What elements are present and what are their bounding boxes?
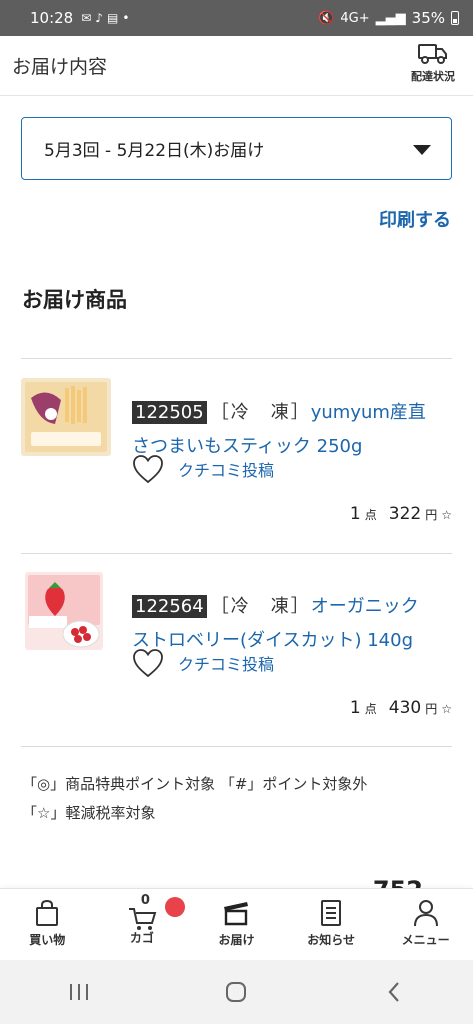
product-name-line1[interactable]: オーガニック (311, 596, 419, 617)
truck-icon (418, 44, 447, 64)
shopping-bag-icon (36, 899, 59, 926)
nav-label: お知らせ (307, 933, 355, 947)
product-name-line1[interactable]: yumyum産直 (311, 402, 426, 423)
divider (21, 553, 452, 554)
back-button[interactable] (364, 972, 424, 1012)
user-icon (413, 900, 438, 927)
product-category: ［冷 凍］ (210, 596, 311, 617)
review-label: クチコミ投稿 (178, 461, 275, 480)
legend-notes: 「◎」商品特典ポイント対象 「#」ポイント対象外 「☆」軽減税率対象 (22, 770, 367, 828)
page-title: お届け内容 (12, 56, 108, 78)
nav-cart[interactable]: 0 カゴ (95, 889, 190, 960)
quantity-unit: 点 (364, 702, 377, 716)
price: 322 (388, 504, 422, 524)
nav-label: 買い物 (29, 933, 66, 947)
nav-notices[interactable]: お知らせ (284, 889, 379, 960)
mute-icon: 🔇 (318, 10, 335, 26)
product-code: 122564 (132, 595, 207, 618)
status-right: 🔇 4G+ ▂▄▆ 35% (318, 9, 459, 27)
review-button[interactable]: クチコミ投稿 (132, 454, 274, 484)
price-unit: 円 (425, 702, 438, 716)
print-link[interactable]: 印刷する (379, 206, 451, 232)
divider (21, 358, 452, 359)
cart-count: 0 (140, 893, 150, 908)
delivery-date-select[interactable]: 5月3回 - 5月22日(木)お届け (21, 117, 452, 180)
nav-label: お届け (218, 933, 255, 947)
tax-mark: ☆ (441, 508, 452, 522)
quantity-unit: 点 (364, 508, 377, 522)
review-button[interactable]: クチコミ投稿 (132, 648, 274, 678)
product-item: 122505 ［冷 凍］yumyum産直 さつまいもスティック 250g クチコミ… (21, 378, 452, 568)
nav-shopping[interactable]: 買い物 (0, 889, 95, 960)
bottom-nav: 買い物 0 カゴ お届け お知らせ メニュー (0, 888, 473, 960)
cart-badge (164, 897, 185, 917)
battery-icon (451, 11, 459, 25)
caret-down-icon (413, 145, 431, 155)
network-label: 4G+ (340, 10, 370, 26)
product-category: ［冷 凍］ (210, 402, 311, 423)
app-header: お届け内容 配達状況 (0, 36, 473, 96)
heart-icon (133, 649, 163, 678)
tiktok-icon: ♪ (95, 11, 103, 25)
divider (21, 746, 452, 747)
nav-label: メニュー (401, 933, 450, 947)
price: 430 (388, 698, 422, 718)
nav-label: カゴ (129, 931, 154, 945)
status-bar: 10:28 ✉ ♪ ▤ • 🔇 4G+ ▂▄▆ 35% (0, 0, 473, 36)
review-label: クチコミ投稿 (178, 655, 275, 674)
delivery-status-button[interactable]: 配達状況 (411, 42, 455, 84)
price-row: 1 点 322 円 ☆ (350, 504, 452, 524)
price-unit: 円 (425, 508, 438, 522)
home-icon (226, 982, 247, 1002)
heart-icon (133, 455, 163, 484)
mail-icon: ✉ (81, 11, 92, 25)
product-image-sweet-potato[interactable] (21, 378, 111, 456)
note-line: 「☆」軽減税率対象 (22, 804, 156, 822)
note-line: 「◎」商品特典ポイント対象 「#」ポイント対象外 (22, 775, 368, 793)
delivery-status-label: 配達状況 (411, 70, 455, 83)
quantity: 1 (349, 504, 361, 524)
delivery-date-value: 5月3回 - 5月22日(木)お届け (44, 141, 265, 161)
back-icon (388, 982, 399, 1002)
total-amount-partial: 752 (373, 876, 423, 888)
tax-mark: ☆ (441, 702, 452, 716)
notification-icons: ✉ ♪ ▤ • (81, 11, 129, 25)
recent-apps-icon (69, 984, 88, 1000)
recent-apps-button[interactable] (49, 972, 109, 1012)
product-code: 122505 (132, 401, 207, 424)
signal-icon: ▂▄▆ (375, 10, 406, 26)
price-row: 1 点 430 円 ☆ (350, 698, 452, 718)
home-button[interactable] (206, 972, 266, 1012)
product-item: 122564 ［冷 凍］オーガニック ストロベリー(ダイスカット) 140g クチ… (21, 572, 452, 762)
quantity: 1 (349, 698, 361, 718)
news-icon: ▤ (106, 11, 119, 25)
nav-menu[interactable]: メニュー (378, 889, 473, 960)
battery-level: 35% (411, 9, 445, 27)
dot-icon: • (122, 11, 130, 25)
section-title: お届け商品 (22, 288, 127, 312)
system-nav-bar (0, 960, 473, 1024)
notice-icon (321, 900, 342, 926)
nav-delivery[interactable]: お届け (189, 889, 284, 960)
status-time: 10:28 (30, 9, 74, 27)
product-image-strawberry[interactable] (25, 572, 103, 650)
delivery-box-icon (224, 902, 249, 926)
